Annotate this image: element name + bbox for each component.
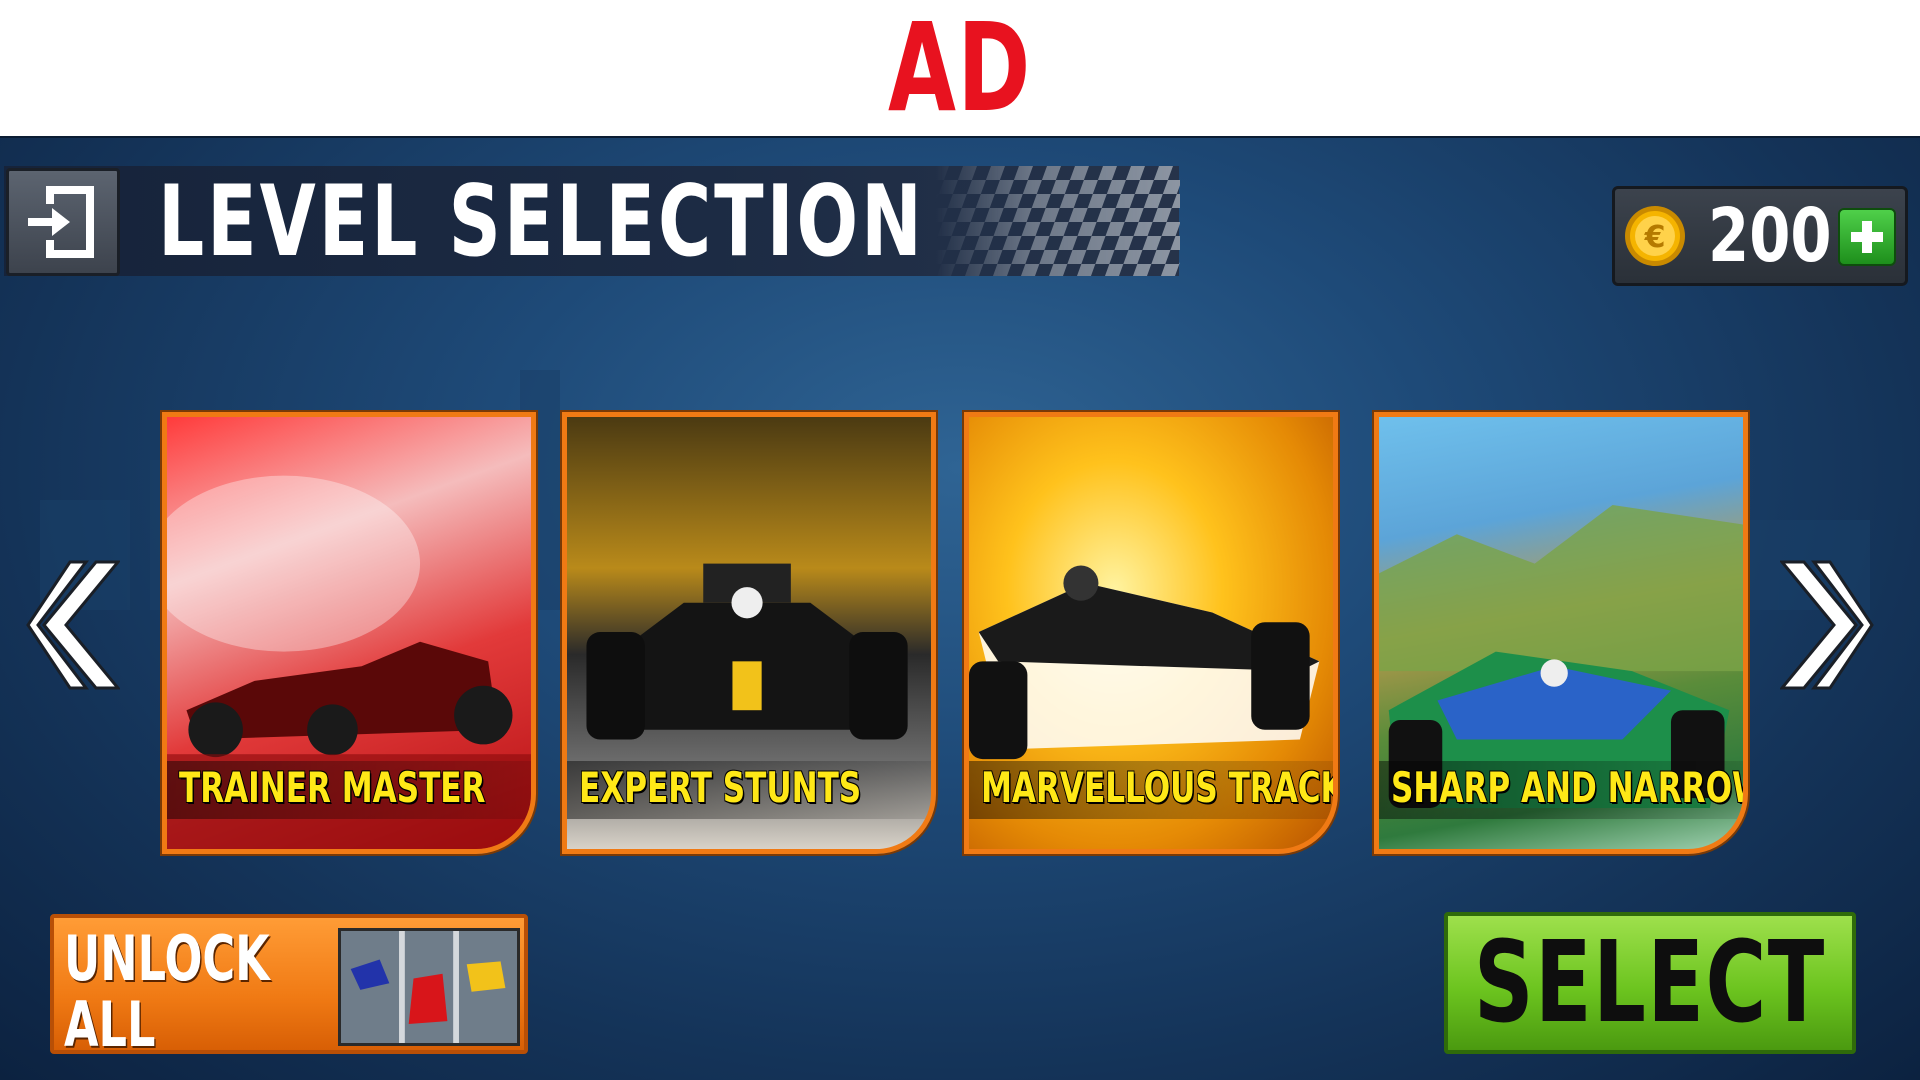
level-card-expert-stunts[interactable]: EXPERT STUNTS [562,412,936,854]
level-title: SHARP AND NARROW [1391,763,1748,812]
race-cars-thumbnail [338,928,520,1046]
euro-coin-icon: € [1625,206,1685,266]
chevron-left-icon [42,560,120,690]
level-title: TRAINER MASTER [179,763,486,812]
checkered-flag-decoration [935,166,1180,276]
exit-door-icon [28,186,94,258]
unlock-all-levels-button[interactable]: UNLOCK ALL LEVELS [50,914,528,1054]
level-title: MARVELLOUS TRACK [981,763,1338,812]
previous-level-button[interactable] [26,558,120,692]
page-title: LEVEL SELECTION [158,165,925,279]
level-card-trainer-master[interactable]: TRAINER MASTER [162,412,536,854]
plus-icon [1851,221,1883,253]
level-card-sharp-and-narrow[interactable]: SHARP AND NARROW [1374,412,1748,854]
next-level-button[interactable] [1780,558,1874,692]
level-card-marvellous-track[interactable]: MARVELLOUS TRACK [964,412,1338,854]
ad-label: AD [888,0,1032,139]
select-button[interactable]: SELECT [1444,912,1856,1054]
svg-text:€: € [1644,220,1666,255]
coin-amount: 200 [1708,193,1832,279]
add-coins-button[interactable] [1838,208,1896,266]
ad-banner[interactable]: AD [0,0,1920,138]
exit-button[interactable] [6,168,120,276]
unlock-label: UNLOCK ALL LEVELS [64,922,270,1054]
level-title: EXPERT STUNTS [579,763,862,812]
select-label: SELECT [1474,918,1826,1048]
chevron-right-icon [1780,560,1858,690]
